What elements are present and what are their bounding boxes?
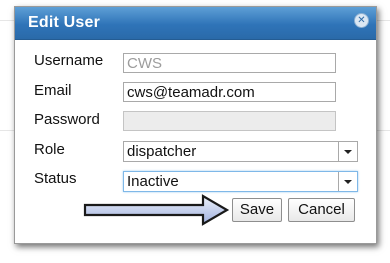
edit-user-dialog: Edit User ✕ Username Email Password Role… (14, 6, 377, 244)
dialog-titlebar: Edit User ✕ (15, 7, 376, 40)
role-select[interactable]: dispatcher (123, 141, 358, 162)
status-select-value: Inactive (127, 173, 179, 190)
username-field[interactable] (123, 53, 336, 73)
close-icon[interactable]: ✕ (354, 13, 369, 28)
password-label: Password (34, 111, 100, 128)
cancel-button[interactable]: Cancel (288, 198, 355, 222)
background-grid-line (376, 20, 390, 21)
role-label: Role (34, 141, 65, 158)
chevron-down-icon[interactable] (338, 172, 357, 191)
background-grid-line (376, 130, 390, 131)
background-grid-line (0, 20, 14, 21)
username-label: Username (34, 52, 104, 69)
email-field[interactable] (123, 82, 336, 102)
status-select[interactable]: Inactive (123, 171, 358, 192)
background-grid-line (0, 130, 14, 131)
email-label: Email (34, 82, 72, 99)
status-label: Status (34, 170, 77, 187)
password-field[interactable] (123, 111, 336, 131)
dialog-title: Edit User (28, 14, 101, 31)
chevron-down-icon[interactable] (338, 142, 357, 161)
arrow-right-icon (83, 194, 230, 226)
save-button[interactable]: Save (232, 198, 282, 222)
role-select-value: dispatcher (127, 143, 197, 160)
